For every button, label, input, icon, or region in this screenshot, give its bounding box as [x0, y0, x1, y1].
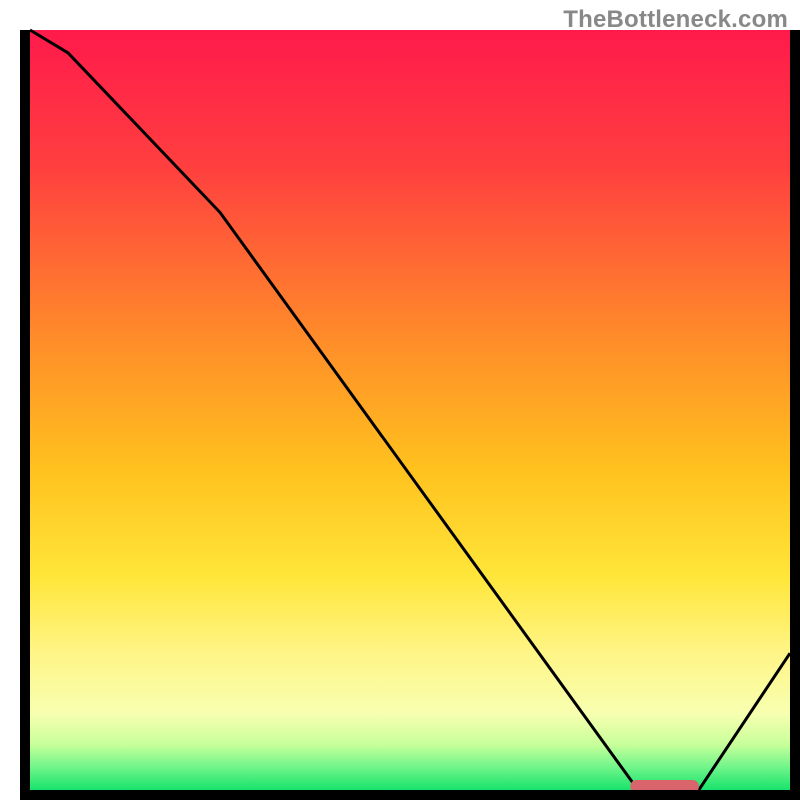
plot-background [30, 30, 790, 790]
chart-container: TheBottleneck.com [0, 0, 800, 800]
chart-svg [0, 0, 800, 800]
watermark-label: TheBottleneck.com [563, 6, 788, 34]
